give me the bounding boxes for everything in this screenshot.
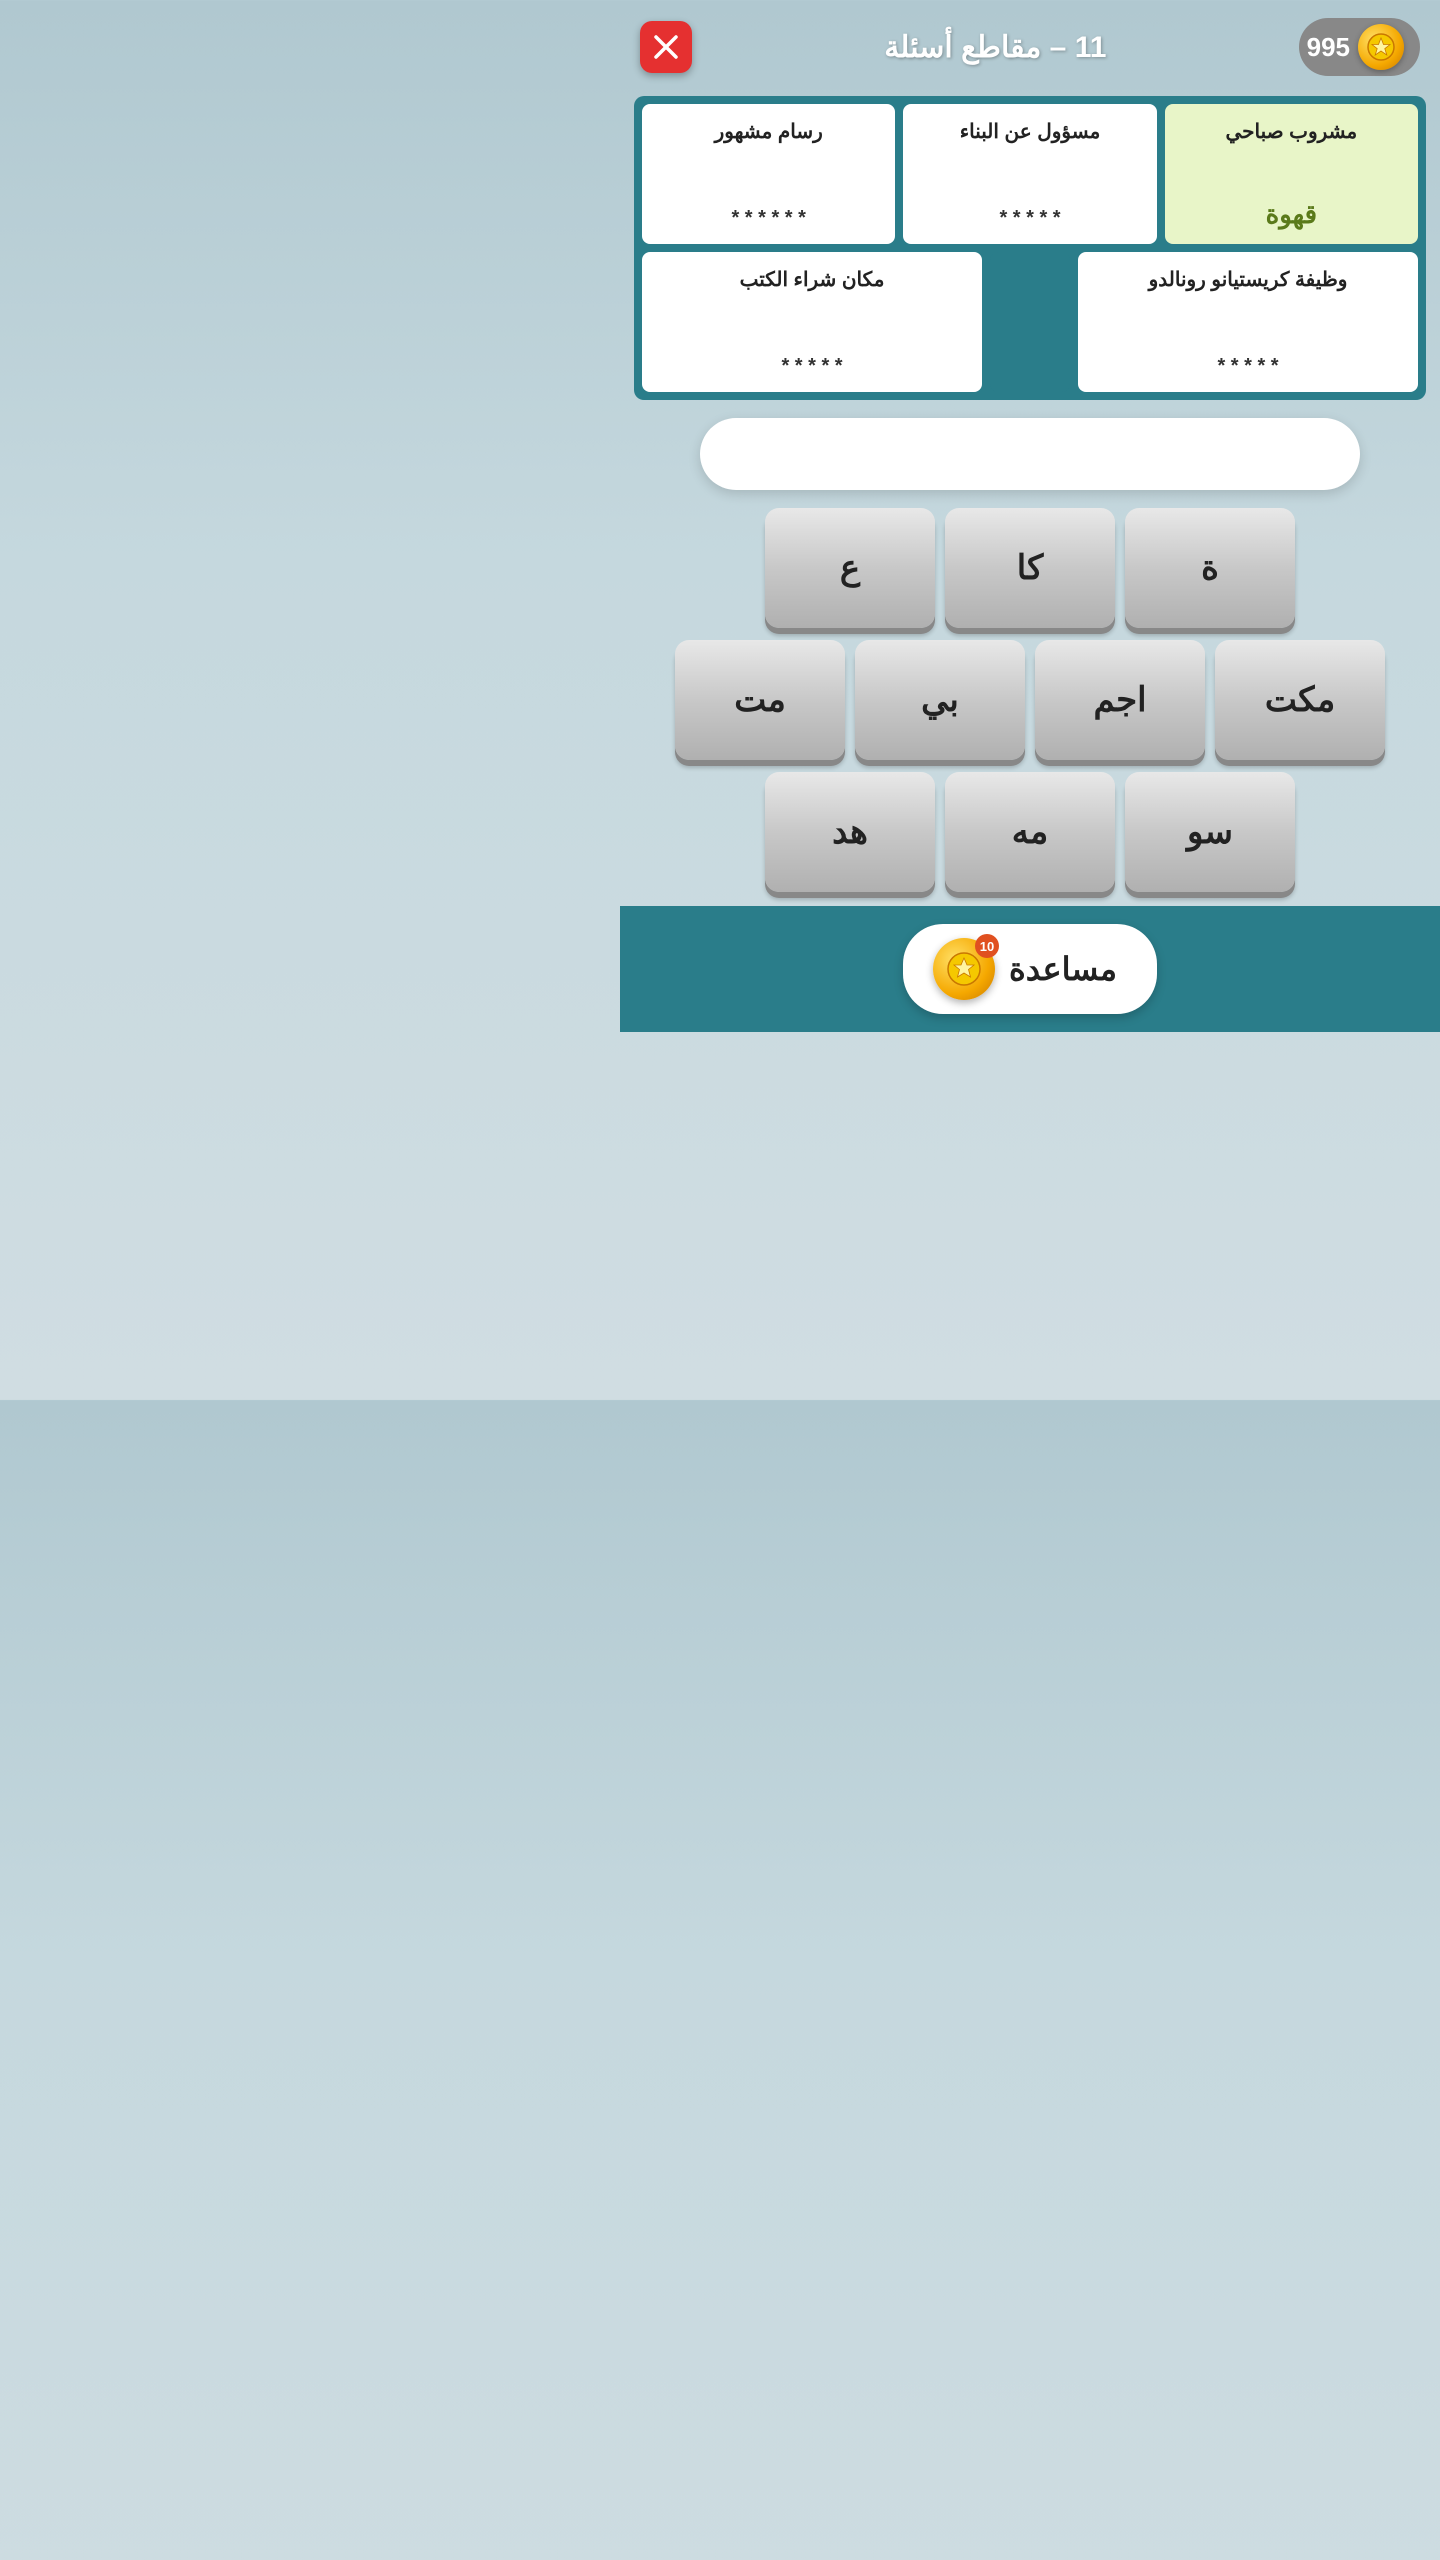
cell-3-answer: * * * * * * bbox=[731, 207, 805, 230]
cell-6-clue: مكان شراء الكتب bbox=[740, 266, 885, 294]
coin-area: 995 bbox=[1299, 18, 1420, 76]
clue-grid: مشروب صباحي قهوة مسؤول عن البناء * * * *… bbox=[634, 96, 1426, 400]
letter-btn-ta[interactable]: ة bbox=[1125, 508, 1295, 628]
grid-cell-3[interactable]: رسام مشهور * * * * * * bbox=[642, 104, 895, 244]
letter-btn-ka[interactable]: كا bbox=[945, 508, 1115, 628]
letter-btn-mkt[interactable]: مكت bbox=[1215, 640, 1385, 760]
grid-cell-2[interactable]: مسؤول عن البناء * * * * * bbox=[903, 104, 1156, 244]
cell-4-answer: * * * * * bbox=[1217, 355, 1278, 378]
cell-1-answer: قهوة bbox=[1266, 199, 1317, 230]
letter-row-1: ة كا ع bbox=[630, 508, 1430, 628]
help-button-label: مساعدة bbox=[1009, 950, 1117, 988]
answer-input-area bbox=[700, 418, 1360, 490]
grid-cell-6[interactable]: مكان شراء الكتب * * * * * bbox=[642, 252, 982, 392]
header: 995 11 – مقاطع أسئلة bbox=[620, 0, 1440, 86]
coin-icon bbox=[1358, 24, 1404, 70]
letter-btn-hd[interactable]: هد bbox=[765, 772, 935, 892]
grid-cell-4[interactable]: وظيفة كريستيانو رونالدو * * * * * bbox=[1078, 252, 1418, 392]
help-coin-icon: 10 bbox=[933, 938, 995, 1000]
letter-btn-mt[interactable]: مت bbox=[675, 640, 845, 760]
letter-btn-bi[interactable]: بي bbox=[855, 640, 1025, 760]
grid-cell-1[interactable]: مشروب صباحي قهوة bbox=[1165, 104, 1418, 244]
answer-box[interactable] bbox=[700, 418, 1360, 490]
cell-2-clue: مسؤول عن البناء bbox=[960, 118, 1101, 146]
cell-2-answer: * * * * * bbox=[999, 207, 1060, 230]
cell-4-clue: وظيفة كريستيانو رونالدو bbox=[1149, 266, 1348, 294]
letter-btn-sw[interactable]: سو bbox=[1125, 772, 1295, 892]
grid-cell-5-empty bbox=[990, 252, 1070, 392]
cell-1-clue: مشروب صباحي bbox=[1225, 118, 1357, 146]
letter-row-3: سو مه هد bbox=[630, 772, 1430, 892]
letter-btn-ain[interactable]: ع bbox=[765, 508, 935, 628]
letters-section: ة كا ع مكت اجم بي مت سو مه هد bbox=[630, 508, 1430, 892]
close-button[interactable] bbox=[640, 21, 692, 73]
cell-6-answer: * * * * * bbox=[781, 355, 842, 378]
help-coin-badge: 10 bbox=[975, 934, 999, 958]
letter-btn-ajm[interactable]: اجم bbox=[1035, 640, 1205, 760]
letter-row-2: مكت اجم بي مت bbox=[630, 640, 1430, 760]
cell-3-clue: رسام مشهور bbox=[715, 118, 823, 146]
help-button[interactable]: مساعدة 10 bbox=[903, 924, 1157, 1014]
page-title: 11 – مقاطع أسئلة bbox=[884, 30, 1106, 65]
grid-row-2: وظيفة كريستيانو رونالدو * * * * * مكان ش… bbox=[642, 252, 1418, 392]
coin-count: 995 bbox=[1307, 32, 1350, 63]
help-section: مساعدة 10 bbox=[620, 906, 1440, 1032]
letter-btn-mh[interactable]: مه bbox=[945, 772, 1115, 892]
